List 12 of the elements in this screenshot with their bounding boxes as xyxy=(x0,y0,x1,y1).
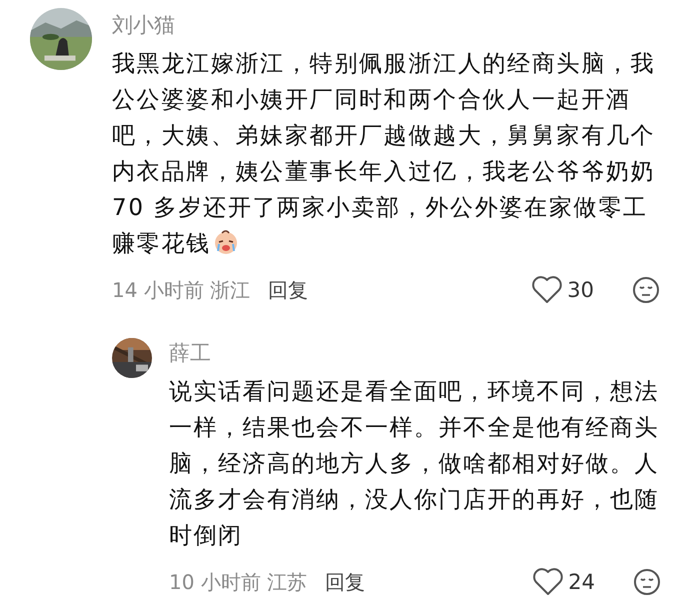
like-count: 24 xyxy=(568,570,595,594)
reply-button[interactable]: 回复 xyxy=(325,568,366,596)
time-location: 14 小时前 浙江 xyxy=(112,276,250,304)
neutral-face-icon[interactable] xyxy=(633,568,661,596)
reply-button[interactable]: 回复 xyxy=(268,276,308,304)
time-location: 10 小时前 江苏 xyxy=(169,568,308,596)
like-count: 30 xyxy=(567,278,594,302)
comment-text: 我黑龙江嫁浙江，特别佩服浙江人的经商头脑，我公公婆婆和小姨开厂同时和两个合伙人一起开酒吧，大姨、弟妹家都开厂越做越大，舅舅家有几个内衣品牌，姨公董事长年入过亿，我老公爷爷奶奶70 多岁还开了两家小卖部，外公外婆在家做零工赚零花钱 xyxy=(112,51,656,257)
heart-icon[interactable] xyxy=(532,567,564,597)
heart-icon[interactable] xyxy=(531,275,564,305)
comment-text: 说实话看问题还是看全面吧，环境不同，想法一样，结果也会不一样。并不全是他有经商头脑，经济高的地方人多，做啥都相对好做。人流多才会有消纳，没人你门店开的再好，也随时倒闭 xyxy=(169,379,659,549)
neutral-face-icon[interactable] xyxy=(632,276,660,304)
